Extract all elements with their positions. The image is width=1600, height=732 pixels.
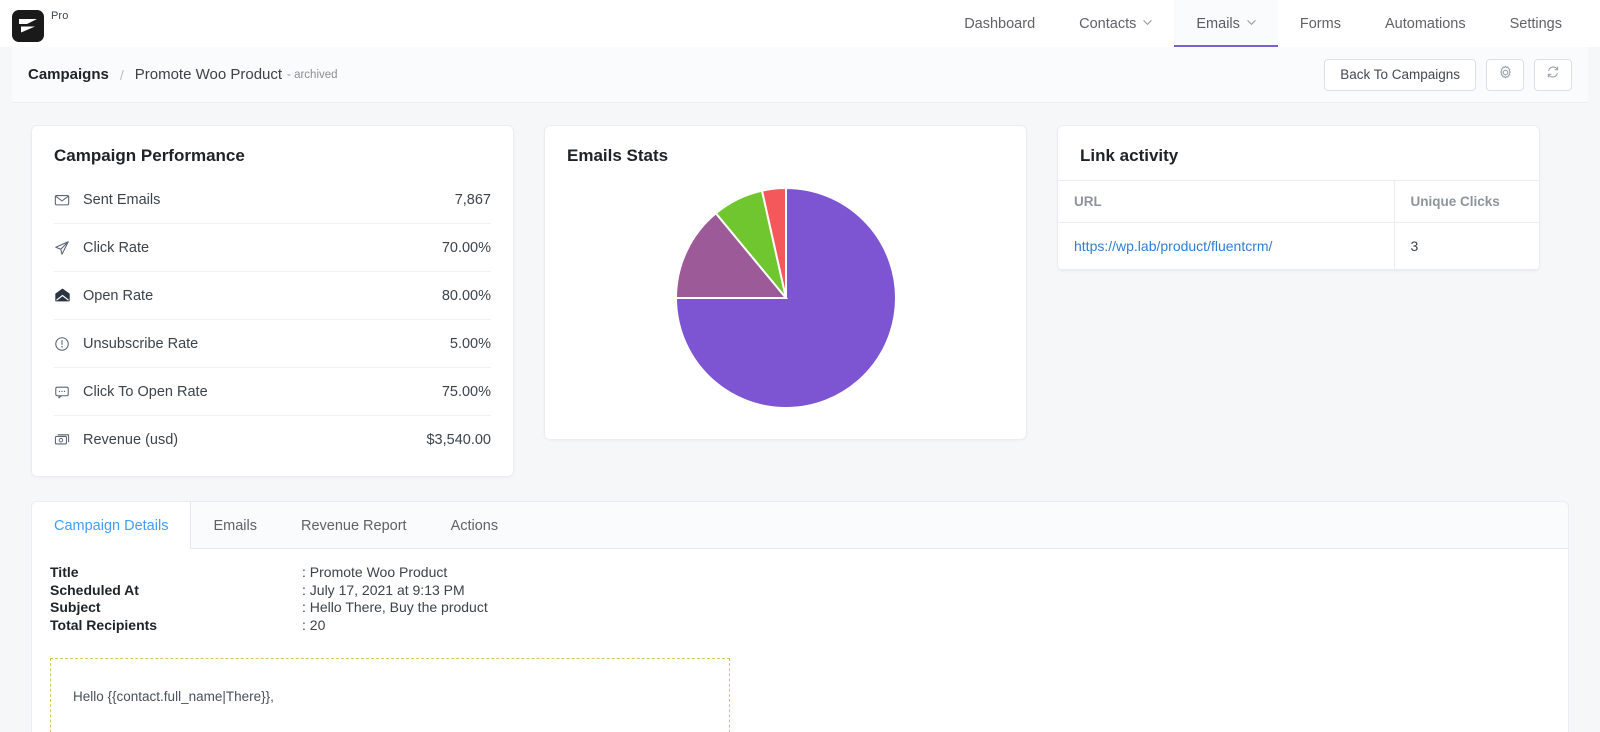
stat-row-click-rate: Click Rate 70.00% — [54, 224, 491, 272]
campaign-detail-panel: Campaign Details Emails Revenue Report A… — [31, 501, 1569, 732]
nav-item-contacts[interactable]: Contacts — [1057, 0, 1174, 47]
nav-label: Emails — [1196, 15, 1240, 32]
top-navigation-bar: Pro Dashboard Contacts Emails Forms Auto… — [0, 0, 1600, 47]
email-body-preview: Hello {{contact.full_name|There}}, — [50, 658, 730, 732]
main-nav: Dashboard Contacts Emails Forms Automati… — [942, 0, 1584, 47]
card-title: Campaign Performance — [54, 146, 245, 165]
page-body: Campaigns / Promote Woo Product - archiv… — [0, 47, 1600, 732]
stat-row-open-rate: Open Rate 80.00% — [54, 272, 491, 320]
link-url[interactable]: https://wp.lab/product/fluentcrm/ — [1074, 238, 1272, 254]
stat-value: $3,540.00 — [426, 432, 491, 448]
stat-label: Revenue (usd) — [83, 432, 179, 448]
envelope-icon — [54, 192, 83, 208]
refresh-button[interactable] — [1534, 58, 1572, 91]
alert-circle-icon — [54, 336, 83, 352]
detail-key: Scheduled At — [50, 581, 139, 598]
status-badge: - archived — [287, 68, 338, 81]
stats-cards-row: Campaign Performance Sent Emails 7,867 C… — [12, 103, 1588, 477]
link-activity-card: Link activity URL Unique Clicks https://… — [1057, 125, 1540, 271]
nav-label: Contacts — [1079, 15, 1137, 32]
detail-row-total-recipients: Total Recipients : 20 — [50, 617, 1550, 635]
comment-icon — [54, 384, 83, 400]
tab-emails[interactable]: Emails — [191, 502, 279, 549]
breadcrumb-root[interactable]: Campaigns — [28, 66, 109, 83]
campaign-details-list: Title : Promote Woo Product Scheduled At… — [32, 549, 1568, 634]
stat-value: 70.00% — [441, 239, 491, 256]
nav-item-forms[interactable]: Forms — [1278, 0, 1363, 47]
chevron-down-icon — [1247, 18, 1256, 27]
refresh-icon — [1546, 65, 1560, 84]
column-header-unique-clicks: Unique Clicks — [1394, 180, 1539, 223]
stat-value: 80.00% — [441, 287, 491, 304]
back-to-campaigns-button[interactable]: Back To Campaigns — [1324, 58, 1476, 91]
stat-row-unsubscribe-rate: Unsubscribe Rate 5.00% — [54, 320, 491, 368]
stat-label: Click To Open Rate — [83, 383, 208, 400]
breadcrumb-separator: / — [119, 66, 124, 83]
stat-value: 5.00% — [449, 335, 491, 352]
preview-text: Hello {{contact.full_name|There}}, — [73, 689, 274, 704]
stat-value: 7,867 — [454, 191, 491, 208]
breadcrumb-actions: Back To Campaigns — [1324, 58, 1572, 91]
table-header-row: URL Unique Clicks — [1058, 180, 1539, 223]
envelope-open-icon — [54, 287, 83, 304]
nav-item-emails[interactable]: Emails — [1174, 0, 1278, 47]
detail-row-scheduled-at: Scheduled At : July 17, 2021 at 9:13 PM — [50, 582, 1550, 600]
detail-key: Total Recipients — [50, 616, 158, 633]
pro-badge: Pro — [51, 10, 69, 22]
pie-chart-svg — [674, 186, 897, 409]
campaign-settings-button[interactable] — [1486, 58, 1524, 91]
column-header-url: URL — [1058, 180, 1395, 223]
chevron-down-icon — [1143, 18, 1153, 27]
tab-revenue-report[interactable]: Revenue Report — [279, 502, 429, 549]
nav-label: Automations — [1384, 15, 1466, 32]
tab-actions[interactable]: Actions — [429, 502, 521, 549]
gear-icon — [1498, 65, 1513, 85]
cell-url: https://wp.lab/product/fluentcrm/ — [1058, 222, 1395, 270]
detail-key: Subject — [50, 599, 101, 615]
cell-unique-clicks: 3 — [1394, 222, 1539, 270]
brand: Pro — [0, 5, 68, 42]
campaign-performance-card: Campaign Performance Sent Emails 7,867 C… — [31, 125, 514, 477]
link-activity-table: URL Unique Clicks https://wp.lab/product… — [1058, 180, 1539, 270]
detail-row-title: Title : Promote Woo Product — [50, 564, 1550, 582]
stat-label: Click Rate — [83, 239, 150, 256]
nav-label: Forms — [1299, 15, 1341, 32]
detail-value: : 20 — [302, 616, 326, 633]
nav-item-settings[interactable]: Settings — [1488, 0, 1584, 47]
performance-stat-list: Sent Emails 7,867 Click Rate 70.00% Open… — [32, 170, 513, 476]
detail-row-subject: Subject : Hello There, Buy the product — [50, 599, 1550, 617]
table-row: https://wp.lab/product/fluentcrm/ 3 — [1058, 222, 1539, 270]
stat-row-sent-emails: Sent Emails 7,867 — [54, 176, 491, 224]
nav-label: Settings — [1509, 15, 1562, 32]
nav-item-dashboard[interactable]: Dashboard — [942, 0, 1057, 47]
paper-plane-icon — [54, 240, 83, 256]
emails-stats-card: Emails Stats — [544, 125, 1027, 440]
fluentcrm-logo-icon[interactable] — [12, 10, 44, 42]
detail-value: : Hello There, Buy the product — [302, 599, 488, 615]
breadcrumb-current: Promote Woo Product — [134, 66, 283, 83]
stat-label: Sent Emails — [83, 191, 161, 208]
nav-item-automations[interactable]: Automations — [1363, 0, 1488, 47]
nav-label: Dashboard — [964, 15, 1036, 32]
stat-label: Open Rate — [83, 287, 154, 304]
pie-chart — [545, 170, 1026, 425]
card-title: Emails Stats — [567, 146, 669, 165]
stat-row-click-to-open-rate: Click To Open Rate 75.00% — [54, 368, 491, 416]
card-title: Link activity — [1080, 146, 1179, 165]
detail-tabs: Campaign Details Emails Revenue Report A… — [32, 502, 1568, 550]
tab-campaign-details[interactable]: Campaign Details — [32, 502, 192, 550]
stat-row-revenue: Revenue (usd) $3,540.00 — [54, 416, 491, 464]
detail-key: Title — [50, 564, 79, 580]
detail-value: : July 17, 2021 at 9:13 PM — [302, 581, 465, 598]
stat-label: Unsubscribe Rate — [83, 335, 199, 352]
breadcrumb-bar: Campaigns / Promote Woo Product - archiv… — [12, 47, 1588, 103]
stat-value: 75.00% — [441, 383, 491, 400]
detail-value: : Promote Woo Product — [302, 564, 448, 580]
money-bill-icon — [54, 432, 83, 448]
